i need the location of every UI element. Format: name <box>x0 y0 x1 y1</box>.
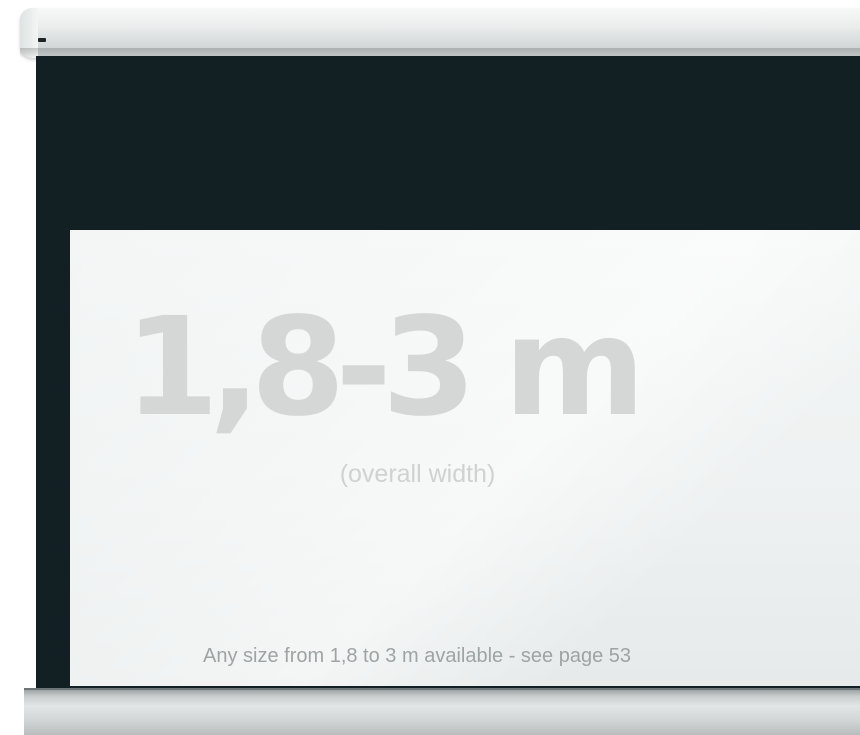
ir-sensor-icon <box>38 38 46 42</box>
screen-bottom-bar <box>24 690 860 735</box>
size-subtitle-text: (overall width) <box>339 460 496 488</box>
availability-note: Any size from 1,8 to 3 m available - see… <box>203 645 632 667</box>
size-subtitle: (overall width) <box>70 460 860 489</box>
size-headline: 1,8-3 m <box>124 289 645 447</box>
projection-screen-illustration: 1,8-3 m (overall width) Any size from 1,… <box>0 0 860 735</box>
